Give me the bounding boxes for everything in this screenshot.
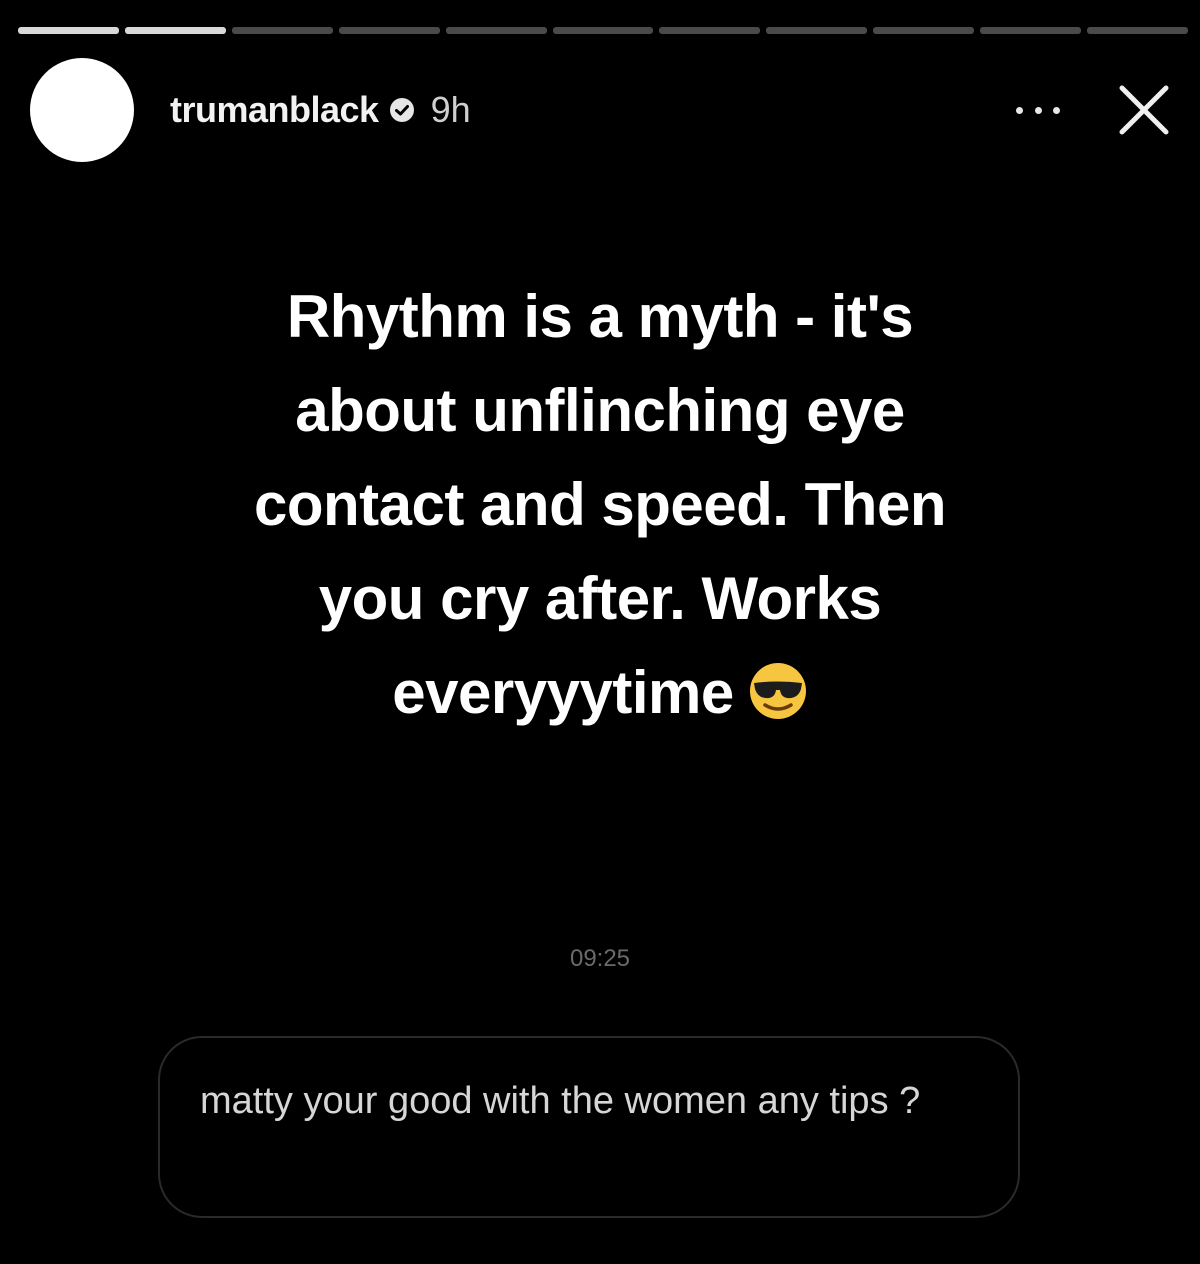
reply-timestamp: 09:25 <box>569 945 631 972</box>
story-progress-segment <box>766 27 868 34</box>
story-text: Rhythm is a myth - it's about unflinchin… <box>150 270 1050 740</box>
story-text-line: contact and speed. Then <box>254 471 946 538</box>
reply-message-bubble[interactable]: matty your good with the women any tips … <box>158 1036 1020 1218</box>
story-text-line: Rhythm is a myth - it's <box>286 283 914 350</box>
story-progress-segment <box>445 27 547 34</box>
story-text-line: everyyytime <box>392 659 734 726</box>
avatar[interactable] <box>30 58 134 162</box>
story-progress-segment <box>552 27 654 34</box>
sunglasses-emoji-icon <box>749 663 806 719</box>
story-progress-segment <box>659 27 761 34</box>
story-progress-segment <box>231 27 333 34</box>
verified-badge-icon <box>389 98 414 122</box>
close-icon[interactable] <box>1112 78 1176 142</box>
username[interactable]: trumanblack <box>170 89 379 131</box>
reply-message-text: matty your good with the women any tips … <box>200 1080 921 1122</box>
username-row: trumanblack 9h <box>170 88 471 132</box>
more-options-icon[interactable] <box>1016 100 1060 120</box>
story-progress-segment <box>1087 27 1188 34</box>
story-progress-segment <box>980 27 1082 34</box>
story-progress-segment <box>873 27 975 34</box>
story-progress-segment <box>124 27 226 34</box>
story-text-last-line: everyyytime <box>150 646 1050 740</box>
story-progress-segment <box>338 27 440 34</box>
story-progress-segment <box>18 27 119 34</box>
story-progress-bar <box>18 27 1188 34</box>
story-text-line: about unflinching eye <box>295 377 905 444</box>
story-text-line: you cry after. Works <box>318 565 882 632</box>
story-header: trumanblack 9h <box>30 58 1180 162</box>
post-time: 9h <box>430 89 471 130</box>
